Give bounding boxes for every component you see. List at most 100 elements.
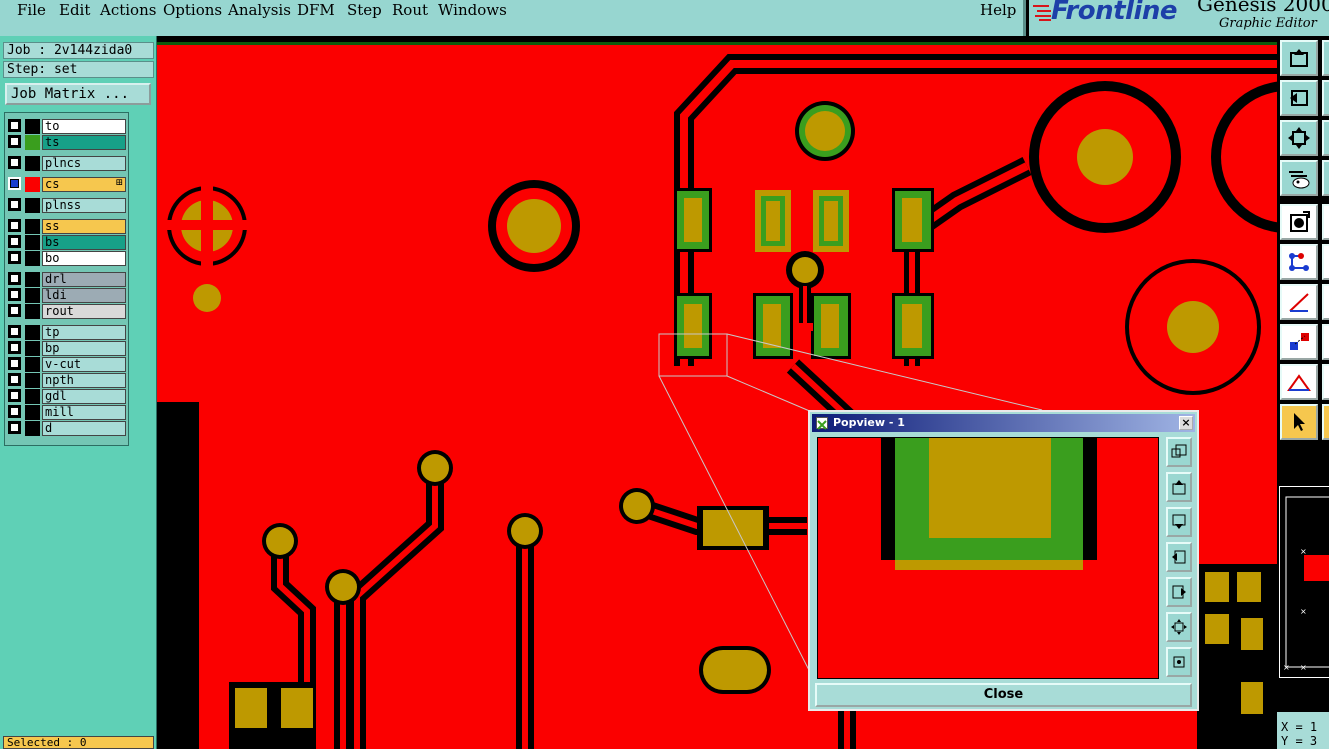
right-toolbar: × × × × X = 1 Y = 3 xyxy=(1277,36,1329,749)
triangle-measure-icon[interactable] xyxy=(1280,364,1318,400)
pan-left-icon[interactable] xyxy=(1280,80,1318,116)
layer-row-mill[interactable]: mill xyxy=(8,405,126,420)
center-view-icon[interactable] xyxy=(1166,647,1192,677)
layer-name[interactable]: gdl xyxy=(42,389,126,404)
pad-select-icon[interactable] xyxy=(1280,204,1318,240)
layer-checkbox[interactable] xyxy=(8,325,21,338)
layer-checkbox[interactable] xyxy=(8,156,21,169)
pan-up-icon[interactable] xyxy=(1166,472,1192,502)
layer-row-gdl[interactable]: gdl xyxy=(8,389,126,404)
menu-file[interactable]: File xyxy=(17,1,46,19)
menu-help[interactable]: Help xyxy=(980,1,1016,19)
layer-row-ss[interactable]: ss xyxy=(8,219,126,234)
close-button[interactable]: Close xyxy=(815,683,1192,707)
layer-checkbox[interactable] xyxy=(8,251,21,264)
layer-checkbox[interactable] xyxy=(8,288,21,301)
layer-name[interactable]: rout xyxy=(42,304,126,319)
layer-name[interactable]: drl xyxy=(42,272,126,287)
layer-checkbox[interactable] xyxy=(8,304,21,317)
layer-row-bo[interactable]: bo xyxy=(8,251,126,266)
zoom-in-icon[interactable] xyxy=(1166,437,1192,467)
layer-checkbox[interactable] xyxy=(8,119,21,132)
layer-name[interactable]: ts xyxy=(42,135,126,150)
layer-name[interactable]: cs xyxy=(42,177,126,192)
pan-left-icon[interactable] xyxy=(1166,542,1192,572)
toolbar-overflow-1[interactable] xyxy=(1322,40,1329,76)
layer-name[interactable]: bs xyxy=(42,235,126,250)
menu-step[interactable]: Step xyxy=(347,1,382,19)
layer-row-ts[interactable]: ts xyxy=(8,135,126,150)
menu-windows[interactable]: Windows xyxy=(438,1,507,19)
fit-screen-icon[interactable] xyxy=(1280,120,1318,156)
layer-row-d[interactable]: d xyxy=(8,421,126,436)
layer-checkbox[interactable] xyxy=(8,219,21,232)
layer-row-ldi[interactable]: ldi xyxy=(8,288,126,303)
snap-point-icon[interactable] xyxy=(1280,324,1318,360)
pan-down-icon[interactable] xyxy=(1166,507,1192,537)
layer-checkbox[interactable] xyxy=(8,373,21,386)
toolbar-overflow-10[interactable] xyxy=(1322,404,1329,440)
toolbar-overflow-9[interactable] xyxy=(1322,364,1329,400)
overview-map[interactable]: × × × × xyxy=(1279,486,1329,678)
layer-name[interactable]: npth xyxy=(42,373,126,388)
menu-analysis[interactable]: Analysis xyxy=(228,1,291,19)
close-icon[interactable]: × xyxy=(1179,416,1193,430)
layer-checkbox[interactable] xyxy=(8,177,21,190)
layer-row-drl[interactable]: drl xyxy=(8,272,126,287)
layer-row-tp[interactable]: tp xyxy=(8,325,126,340)
layer-row-rout[interactable]: rout xyxy=(8,304,126,319)
pointer-icon[interactable] xyxy=(1280,404,1318,440)
layer-checkbox[interactable] xyxy=(8,389,21,402)
layer-name[interactable]: ldi xyxy=(42,288,126,303)
menu-options[interactable]: Options xyxy=(163,1,222,19)
layer-row-v-cut[interactable]: v-cut xyxy=(8,357,126,372)
layer-color-swatch xyxy=(25,177,40,192)
toolbar-overflow-8[interactable] xyxy=(1322,324,1329,360)
layer-name[interactable]: to xyxy=(42,119,126,134)
palette-icon[interactable] xyxy=(1280,160,1318,196)
layer-name[interactable]: ss xyxy=(42,219,126,234)
layer-name[interactable]: bo xyxy=(42,251,126,266)
layer-checkbox[interactable] xyxy=(8,198,21,211)
net-connect-icon[interactable] xyxy=(1280,244,1318,280)
toolbar-overflow-4[interactable] xyxy=(1322,160,1329,196)
layer-checkbox[interactable] xyxy=(8,405,21,418)
layer-row-to[interactable]: to xyxy=(8,119,126,134)
layer-name[interactable]: plncs xyxy=(42,156,126,171)
layer-name[interactable]: plnss xyxy=(42,198,126,213)
toolbar-overflow-7[interactable] xyxy=(1322,284,1329,320)
layer-checkbox[interactable] xyxy=(8,135,21,148)
layer-row-plnss[interactable]: plnss xyxy=(8,198,126,213)
toolbar-overflow-6[interactable] xyxy=(1322,244,1329,280)
fit-view-icon[interactable] xyxy=(1166,612,1192,642)
layer-checkbox[interactable] xyxy=(8,341,21,354)
layer-checkbox[interactable] xyxy=(8,235,21,248)
toolbar-overflow-2[interactable] xyxy=(1322,80,1329,116)
layer-name[interactable]: bp xyxy=(42,341,126,356)
layer-row-npth[interactable]: npth xyxy=(8,373,126,388)
layer-checkbox[interactable] xyxy=(8,421,21,434)
layer-row-bp[interactable]: bp xyxy=(8,341,126,356)
toolbar-overflow-3[interactable] xyxy=(1322,120,1329,156)
layer-checkbox[interactable] xyxy=(8,357,21,370)
layer-name[interactable]: mill xyxy=(42,405,126,420)
window-menu-icon[interactable] xyxy=(816,417,828,430)
popview-canvas[interactable] xyxy=(817,437,1159,679)
menu-rout[interactable]: Rout xyxy=(392,1,428,19)
layer-name[interactable]: tp xyxy=(42,325,126,340)
layer-name[interactable]: v-cut xyxy=(42,357,126,372)
menu-edit[interactable]: Edit xyxy=(59,1,90,19)
menu-dfm[interactable]: DFM xyxy=(297,1,335,19)
layer-name[interactable]: d xyxy=(42,421,126,436)
job-matrix-button[interactable]: Job Matrix ... xyxy=(5,83,151,105)
pan-right-icon[interactable] xyxy=(1166,577,1192,607)
layer-row-plncs[interactable]: plncs xyxy=(8,156,126,171)
measure-line-icon[interactable] xyxy=(1280,284,1318,320)
menu-actions[interactable]: Actions xyxy=(100,1,156,19)
popview-titlebar[interactable]: Popview - 1 × xyxy=(812,414,1195,432)
layer-row-bs[interactable]: bs xyxy=(8,235,126,250)
toolbar-overflow-5[interactable] xyxy=(1322,204,1329,240)
zoom-up-icon[interactable] xyxy=(1280,40,1318,76)
layer-checkbox[interactable] xyxy=(8,272,21,285)
layer-row-cs[interactable]: cs ⊞ xyxy=(8,177,126,192)
